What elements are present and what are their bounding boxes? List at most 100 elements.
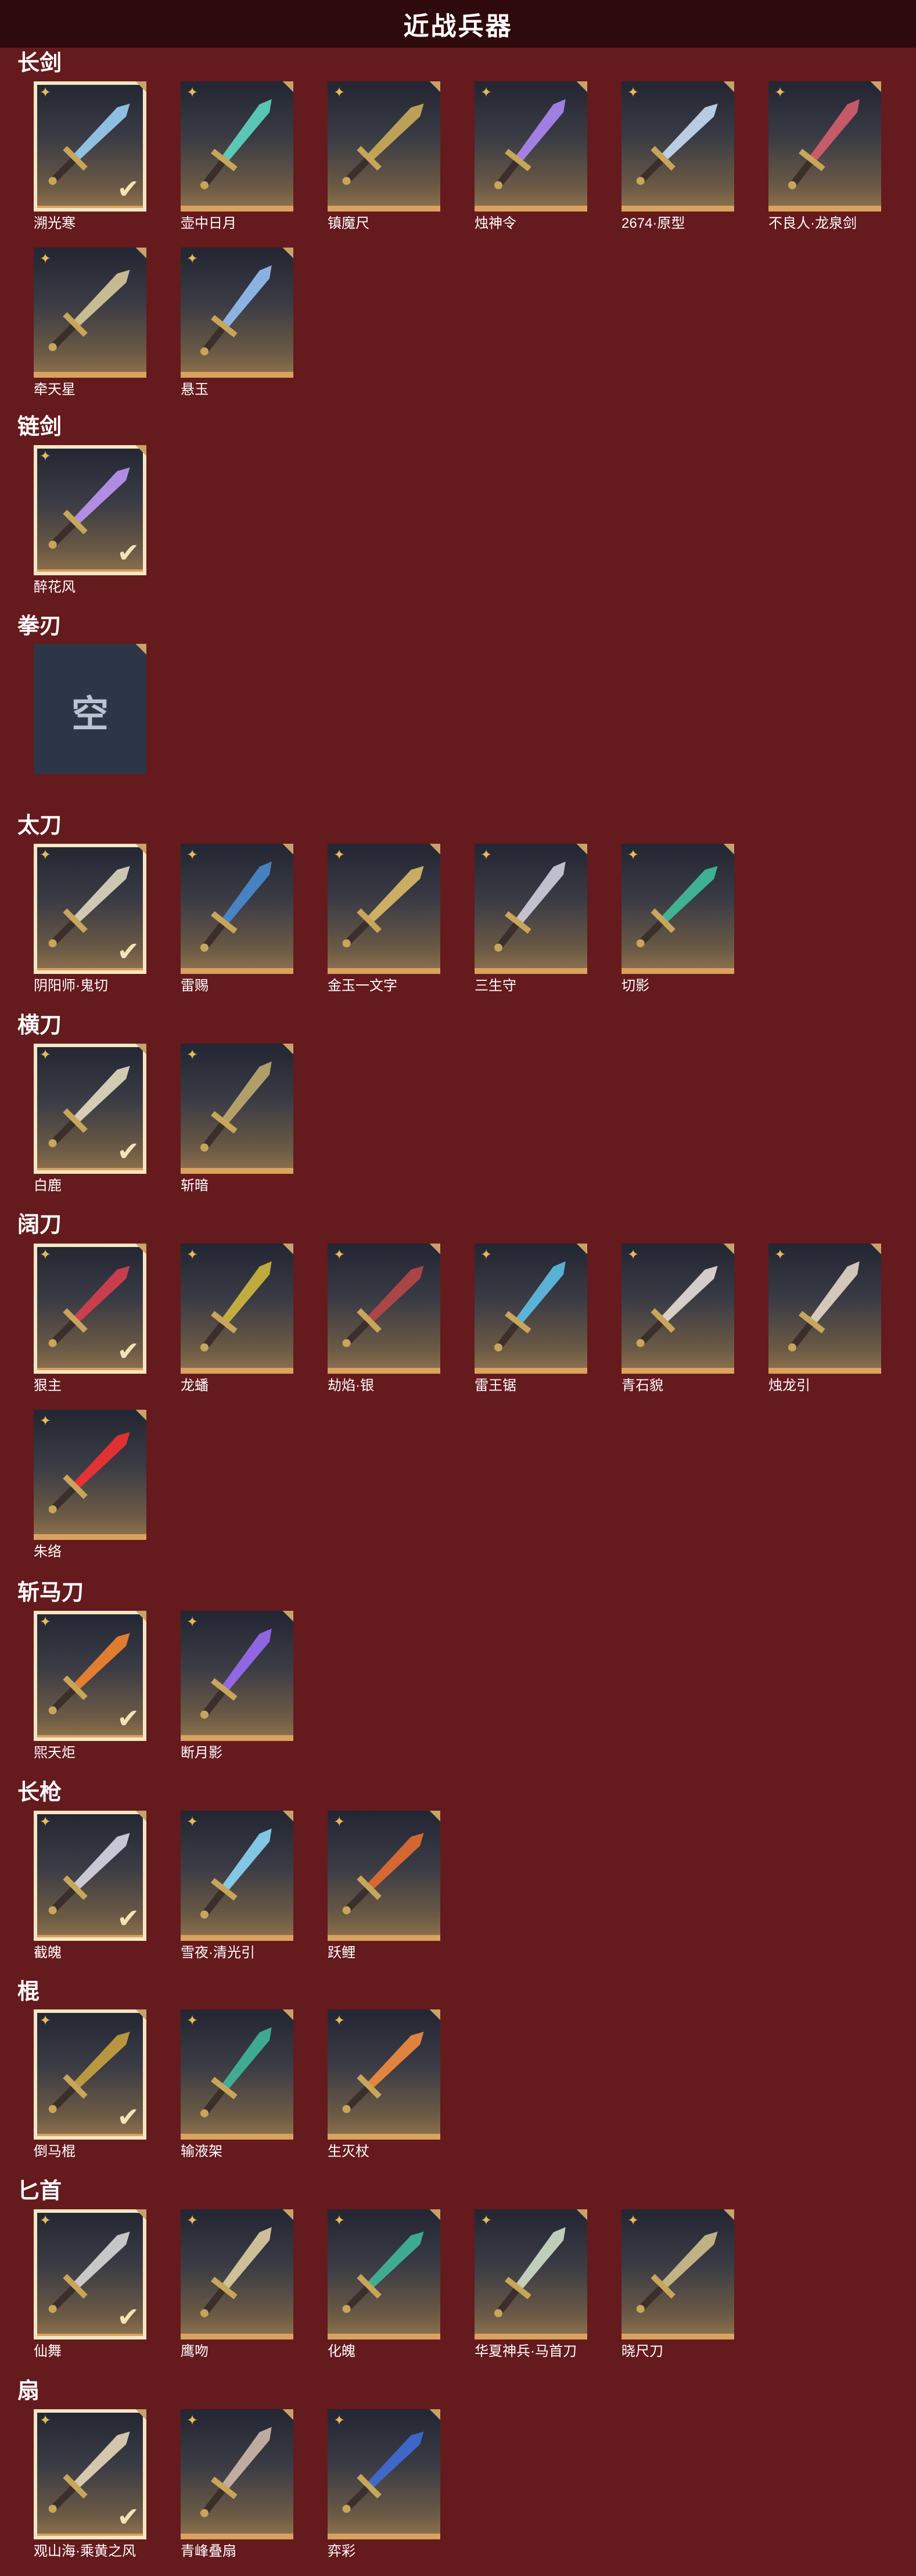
weapon-card[interactable]: ✦ ✔: [34, 1044, 146, 1174]
weapon-item[interactable]: ✦ 雷赐: [181, 844, 293, 995]
weapon-card[interactable]: ✦: [181, 2009, 293, 2140]
weapon-card[interactable]: ✦: [475, 1244, 587, 1374]
weapon-item[interactable]: ✦ ✔ 醉花风: [34, 445, 146, 596]
weapon-item[interactable]: ✦ 切影: [622, 844, 734, 995]
weapon-item[interactable]: ✦ 晓尺刀: [622, 2209, 734, 2360]
weapon-card[interactable]: ✦ ✔: [34, 844, 146, 974]
corner-badge-icon: [425, 81, 440, 96]
weapon-card[interactable]: ✦: [622, 2209, 734, 2339]
weapon-item[interactable]: ✦ ✔ 观山海·乘黄之风: [34, 2409, 146, 2560]
weapon-card[interactable]: ✦: [328, 2409, 440, 2539]
weapon-card[interactable]: ✦: [622, 1244, 734, 1374]
weapon-card[interactable]: ✦: [475, 81, 587, 212]
weapon-card[interactable]: ✦: [181, 1244, 293, 1374]
weapon-item[interactable]: ✦ 朱络: [34, 1410, 146, 1561]
weapon-card[interactable]: ✦ ✔: [34, 2409, 146, 2539]
sparkle-icon: ✦: [480, 1247, 493, 1263]
corner-badge-icon: [278, 81, 293, 96]
sparkle-icon: ✦: [39, 1814, 52, 1830]
weapon-item[interactable]: ✦ 输液架: [181, 2009, 293, 2161]
sparkle-icon: ✦: [39, 85, 52, 101]
weapon-item[interactable]: ✦ ✔ 截魄: [34, 1811, 146, 1962]
weapon-card[interactable]: ✦: [34, 1410, 146, 1540]
weapon-item[interactable]: ✦ 三生守: [475, 844, 587, 995]
weapon-item[interactable]: ✦ ✔ 溯光寒: [34, 81, 146, 232]
weapon-item[interactable]: ✦ 牵天星: [34, 248, 146, 399]
corner-badge-icon: [131, 1611, 146, 1626]
weapon-item[interactable]: ✦ 烛龙引: [768, 1244, 881, 1395]
weapon-card[interactable]: ✦ ✔: [34, 1811, 146, 1941]
weapon-card[interactable]: ✦: [475, 2209, 587, 2339]
weapon-card[interactable]: ✦: [181, 1044, 293, 1174]
weapon-item[interactable]: ✦ 生灭杖: [328, 2009, 440, 2161]
weapon-item[interactable]: ✦ 不良人·龙泉剑: [768, 81, 881, 232]
weapon-card[interactable]: ✦: [181, 1611, 293, 1741]
corner-badge-icon: [278, 1244, 293, 1259]
weapon-card[interactable]: ✦: [328, 844, 440, 974]
weapon-card[interactable]: ✦ ✔: [34, 2009, 146, 2140]
weapon-card[interactable]: ✦: [181, 81, 293, 212]
weapon-item[interactable]: ✦ 化魄: [328, 2209, 440, 2360]
weapon-card[interactable]: ✦: [181, 844, 293, 974]
weapon-item[interactable]: ✦ 悬玉: [181, 248, 293, 399]
weapon-card[interactable]: ✦: [328, 1244, 440, 1374]
check-icon: ✔: [117, 1336, 139, 1366]
weapon-item[interactable]: ✦ ✔ 煕天炬: [34, 1611, 146, 1762]
weapon-card[interactable]: ✦: [328, 2209, 440, 2339]
corner-badge-icon: [572, 1244, 587, 1259]
weapon-card[interactable]: ✦: [622, 81, 734, 212]
corner-badge-icon: [131, 844, 146, 859]
weapon-item[interactable]: ✦ 劫焰·银: [328, 1244, 440, 1395]
weapon-card[interactable]: ✦: [181, 2209, 293, 2339]
weapon-name: 雷赐: [181, 978, 209, 994]
weapon-card[interactable]: ✦: [34, 248, 146, 378]
empty-slot-card[interactable]: 空: [34, 644, 146, 774]
weapon-card[interactable]: ✦ ✔: [34, 2209, 146, 2339]
sparkle-icon: ✦: [186, 2413, 199, 2428]
weapon-card[interactable]: ✦ ✔: [34, 1611, 146, 1741]
weapon-item[interactable]: ✦ 烛神令: [475, 81, 587, 232]
weapon-card[interactable]: ✦: [328, 2009, 440, 2140]
weapon-card[interactable]: ✦: [181, 1811, 293, 1941]
sparkle-icon: ✦: [333, 1814, 346, 1830]
weapon-item[interactable]: ✦ ✔ 狠主: [34, 1244, 146, 1395]
weapon-card[interactable]: ✦ ✔: [34, 1244, 146, 1374]
weapon-card[interactable]: ✦ ✔: [34, 445, 146, 575]
weapon-card[interactable]: ✦: [475, 844, 587, 974]
weapon-item[interactable]: ✦ 雪夜·清光引: [181, 1811, 293, 1962]
weapon-card[interactable]: ✦: [181, 248, 293, 378]
weapon-card[interactable]: ✦: [768, 1244, 881, 1374]
weapon-card[interactable]: ✦: [328, 1811, 440, 1941]
corner-badge-icon: [131, 1811, 146, 1826]
corner-badge-icon: [425, 1811, 440, 1826]
weapon-name: 输液架: [181, 2144, 222, 2159]
weapon-item[interactable]: ✦ 金玉一文字: [328, 844, 440, 995]
sparkle-icon: ✦: [333, 2413, 346, 2428]
weapon-item[interactable]: ✦ ✔ 白鹿: [34, 1044, 146, 1195]
weapon-item[interactable]: ✦ ✔ 倒马棍: [34, 2009, 146, 2161]
weapon-item[interactable]: ✦ 鹰吻: [181, 2209, 293, 2360]
weapon-item[interactable]: ✦ 断月影: [181, 1611, 293, 1762]
empty-slot[interactable]: 空: [34, 644, 146, 774]
sparkle-icon: ✦: [627, 2213, 640, 2229]
weapon-card[interactable]: ✦: [181, 2409, 293, 2539]
weapon-card[interactable]: ✦: [622, 844, 734, 974]
weapon-item[interactable]: ✦ 斩暗: [181, 1044, 293, 1195]
weapon-item[interactable]: ✦ 壶中日月: [181, 81, 293, 232]
weapon-item[interactable]: ✦ 华夏神兵·马首刀: [475, 2209, 587, 2360]
weapon-item[interactable]: ✦ 镇魔尺: [328, 81, 440, 232]
weapon-item[interactable]: ✦ 雷王锯: [475, 1244, 587, 1395]
weapon-card[interactable]: ✦ ✔: [34, 81, 146, 212]
weapon-item[interactable]: ✦ 跃鲤: [328, 1811, 440, 1962]
weapon-item[interactable]: ✦ 2674·原型: [622, 81, 734, 232]
weapon-name: 三生守: [475, 978, 516, 994]
weapon-item[interactable]: ✦ ✔ 阴阳师·鬼切: [34, 844, 146, 995]
weapon-item[interactable]: ✦ 龙蟠: [181, 1244, 293, 1395]
weapon-item[interactable]: ✦ 弈彩: [328, 2409, 440, 2560]
weapon-card[interactable]: ✦: [328, 81, 440, 212]
weapon-name: 镇魔尺: [328, 216, 369, 231]
weapon-item[interactable]: ✦ 青石貌: [622, 1244, 734, 1395]
weapon-card[interactable]: ✦: [768, 81, 881, 212]
weapon-item[interactable]: ✦ ✔ 仙舞: [34, 2209, 146, 2360]
weapon-item[interactable]: ✦ 青峰叠扇: [181, 2409, 293, 2560]
